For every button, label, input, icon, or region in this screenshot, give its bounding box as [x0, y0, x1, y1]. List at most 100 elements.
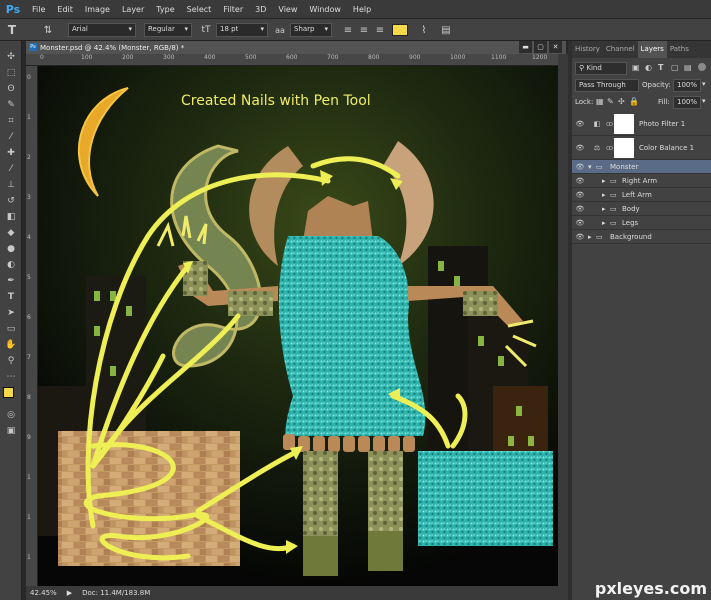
blend-mode-select[interactable]: Pass Through — [575, 79, 639, 92]
clone-stamp-tool-icon[interactable]: ⊥ — [0, 177, 22, 193]
layer-row-body[interactable]: 👁 ▸ ▭ Body — [572, 202, 711, 216]
font-style-select[interactable]: Regular ▾ — [144, 23, 192, 37]
menu-image[interactable]: Image — [79, 5, 116, 14]
menu-view[interactable]: View — [272, 5, 303, 14]
dodge-tool-icon[interactable]: ◐ — [0, 257, 22, 273]
tab-history[interactable]: History — [572, 41, 603, 58]
paint-bucket-tool-icon[interactable]: ◆ — [0, 225, 22, 241]
lock-position-icon[interactable]: ✣ — [618, 97, 625, 106]
eraser-tool-icon[interactable]: ◧ — [0, 209, 22, 225]
maximize-button[interactable]: ▢ — [534, 41, 547, 53]
quick-select-tool-icon[interactable]: ✎ — [0, 97, 22, 113]
menu-window[interactable]: Window — [303, 5, 347, 14]
lock-all-icon[interactable]: 🔒 — [629, 97, 639, 106]
pen-tool-icon[interactable]: ✒ — [0, 273, 22, 289]
filter-smart-object-icon[interactable]: ▤ — [684, 63, 692, 72]
layer-row-monster[interactable]: 👁 ▾ ▭ Monster — [572, 160, 711, 174]
layer-row-left-arm[interactable]: 👁 ▸ ▭ Left Arm — [572, 188, 711, 202]
marquee-tool-icon[interactable]: ⬚ — [0, 65, 22, 81]
layer-row-color-balance[interactable]: 👁 ⚖ ꝏ Color Balance 1 — [572, 136, 711, 160]
chevron-right-icon[interactable]: ▸ — [602, 177, 610, 185]
fill-input[interactable]: 100% — [673, 96, 701, 109]
menu-select[interactable]: Select — [181, 5, 218, 14]
zoom-level[interactable]: 42.45% — [30, 589, 57, 597]
move-tool-icon[interactable]: ✣ — [0, 49, 22, 65]
minimize-button[interactable]: ▬ — [519, 41, 532, 53]
ruler-left[interactable]: 0 1 2 3 4 5 6 7 8 9 1 1 1 — [26, 66, 38, 586]
status-menu-icon[interactable]: ▶ — [67, 589, 72, 597]
chevron-down-icon[interactable]: ▾ — [702, 97, 706, 105]
align-right-icon[interactable]: ≡ — [372, 22, 388, 38]
crop-tool-icon[interactable]: ⌗ — [0, 113, 22, 129]
vertical-scrollbar[interactable] — [558, 54, 568, 586]
filter-adjustment-icon[interactable]: ◐ — [645, 63, 652, 72]
eyedropper-tool-icon[interactable]: ⁄ — [0, 129, 22, 145]
zoom-tool-icon[interactable]: ⚲ — [0, 353, 22, 369]
lock-transparent-icon[interactable]: ▦ — [596, 97, 604, 106]
filter-pixel-icon[interactable]: ▣ — [632, 63, 640, 72]
antialias-select[interactable]: Sharp ▾ — [290, 23, 332, 37]
screen-mode-icon[interactable]: ▣ — [0, 423, 22, 439]
tab-layers[interactable]: Layers — [637, 41, 667, 58]
menu-help[interactable]: Help — [347, 5, 377, 14]
hand-tool-icon[interactable]: ✋ — [0, 337, 22, 353]
layer-row-legs[interactable]: 👁 ▸ ▭ Legs — [572, 216, 711, 230]
menu-edit[interactable]: Edit — [51, 5, 79, 14]
opacity-input[interactable]: 100% — [673, 79, 701, 92]
layer-row-background[interactable]: 👁 ▸ ▭ Background — [572, 230, 711, 244]
warp-text-icon[interactable]: ⌇ — [416, 22, 432, 38]
layer-row-right-arm[interactable]: 👁 ▸ ▭ Right Arm — [572, 174, 711, 188]
filter-shape-icon[interactable]: ▢ — [671, 63, 679, 72]
shape-tool-icon[interactable]: ▭ — [0, 321, 22, 337]
filter-type-icon[interactable]: T — [658, 63, 663, 72]
tab-paths[interactable]: Paths — [667, 41, 692, 58]
path-select-tool-icon[interactable]: ➤ — [0, 305, 22, 321]
font-size-select[interactable]: 18 pt ▾ — [216, 23, 268, 37]
color-swatches[interactable] — [0, 385, 22, 407]
chevron-down-icon[interactable]: ▾ — [588, 163, 596, 171]
chevron-right-icon[interactable]: ▸ — [602, 205, 610, 213]
font-family-select[interactable]: Arial ▾ — [68, 23, 136, 37]
visibility-eye-icon[interactable]: 👁 — [572, 191, 588, 199]
visibility-eye-icon[interactable]: 👁 — [572, 177, 588, 185]
document-tab[interactable]: Ps Monster.psd @ 42.4% (Monster, RGB/8) … — [26, 41, 566, 54]
menu-type[interactable]: Type — [150, 5, 180, 14]
healing-tool-icon[interactable]: ✚ — [0, 145, 22, 161]
visibility-eye-icon[interactable]: 👁 — [572, 120, 588, 128]
more-tools-icon[interactable]: ⋯ — [0, 369, 22, 385]
lasso-tool-icon[interactable]: ʘ — [0, 81, 22, 97]
chevron-right-icon[interactable]: ▸ — [602, 191, 610, 199]
document-canvas[interactable]: Created Nails with Pen Tool — [38, 66, 558, 586]
brush-tool-icon[interactable]: ⁄ — [0, 161, 22, 177]
type-tool-icon[interactable]: T — [0, 289, 22, 305]
menu-3d[interactable]: 3D — [249, 5, 272, 14]
align-left-icon[interactable]: ≡ — [340, 22, 356, 38]
close-button[interactable]: ✕ — [549, 41, 562, 53]
menu-file[interactable]: File — [26, 5, 51, 14]
layer-filter-select[interactable]: ⚲ Kind — [575, 62, 627, 75]
align-center-icon[interactable]: ≡ — [356, 22, 372, 38]
lock-pixels-icon[interactable]: ✎ — [607, 97, 614, 106]
text-orientation-icon[interactable]: ⇅ — [40, 22, 56, 38]
character-panel-icon[interactable]: ▤ — [438, 22, 454, 38]
history-brush-tool-icon[interactable]: ↺ — [0, 193, 22, 209]
foreground-color-swatch[interactable] — [3, 387, 14, 398]
chevron-right-icon[interactable]: ▸ — [602, 219, 610, 227]
tab-channels[interactable]: Channel — [603, 41, 638, 58]
visibility-eye-icon[interactable]: 👁 — [572, 163, 588, 171]
visibility-eye-icon[interactable]: 👁 — [572, 233, 588, 241]
menu-filter[interactable]: Filter — [217, 5, 249, 14]
layer-row-photo-filter[interactable]: 👁 ◧ ꝏ Photo Filter 1 — [572, 112, 711, 136]
ruler-top[interactable]: 0 100 200 300 400 500 600 700 800 900 1000 1100 1200 — [26, 54, 558, 66]
visibility-eye-icon[interactable]: 👁 — [572, 144, 588, 152]
menu-layer[interactable]: Layer — [116, 5, 150, 14]
type-tool-icon[interactable]: T — [4, 22, 20, 38]
chevron-right-icon[interactable]: ▸ — [588, 233, 596, 241]
chevron-down-icon[interactable]: ▾ — [702, 80, 706, 88]
filter-toggle-icon[interactable] — [698, 63, 706, 71]
visibility-eye-icon[interactable]: 👁 — [572, 205, 588, 213]
blur-tool-icon[interactable]: ● — [0, 241, 22, 257]
visibility-eye-icon[interactable]: 👁 — [572, 219, 588, 227]
text-color-swatch[interactable] — [392, 24, 408, 36]
quick-mask-icon[interactable]: ◎ — [0, 407, 22, 423]
